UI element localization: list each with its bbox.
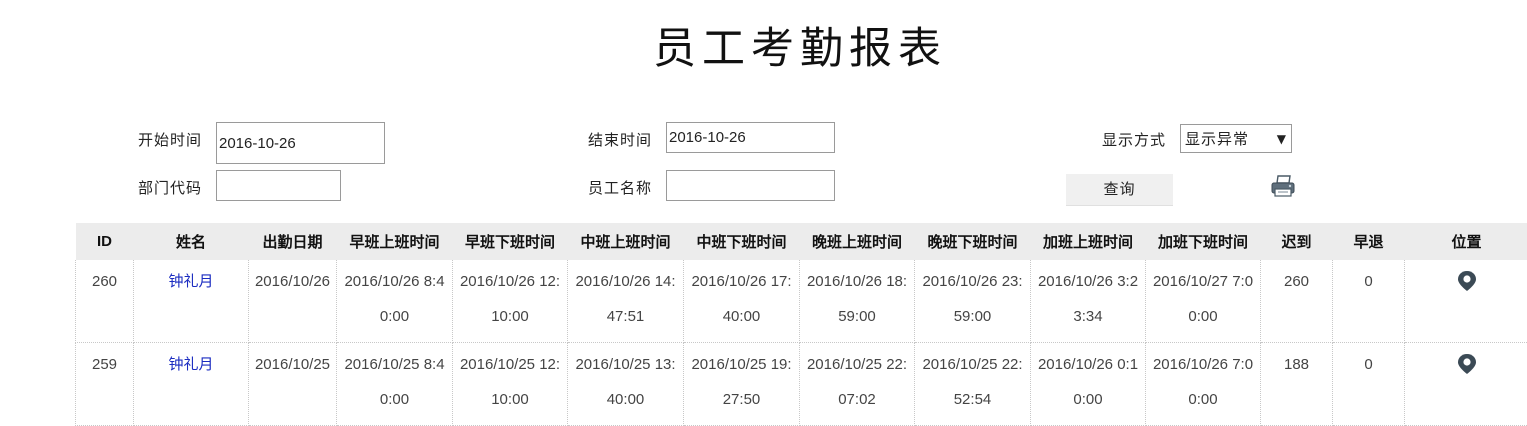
cell-noon-in: 2016/10/25 13:40:00 bbox=[568, 343, 684, 426]
column-header-morning-in: 早班上班时间 bbox=[337, 223, 453, 260]
cell-night-in: 2016/10/26 18:59:00 bbox=[800, 260, 915, 343]
cell-overtime-in: 2016/10/26 0:10:00 bbox=[1031, 343, 1146, 426]
cell-noon-out: 2016/10/25 19:27:50 bbox=[684, 343, 800, 426]
cell-id: 260 bbox=[76, 260, 134, 343]
column-header-overtime-in: 加班上班时间 bbox=[1031, 223, 1146, 260]
cell-employee-name-link[interactable]: 钟礼月 bbox=[134, 343, 249, 426]
cell-late: 188 bbox=[1261, 343, 1333, 426]
dept-code-label: 部门代码 bbox=[138, 177, 202, 198]
employee-name-input[interactable] bbox=[666, 170, 835, 201]
cell-night-out: 2016/10/26 23:59:00 bbox=[915, 260, 1031, 343]
end-date-input[interactable] bbox=[666, 122, 835, 153]
table-row: 259 钟礼月 2016/10/25 2016/10/25 8:40:00 20… bbox=[76, 343, 1527, 426]
cell-noon-out: 2016/10/26 17:40:00 bbox=[684, 260, 800, 343]
cell-date: 2016/10/26 bbox=[249, 260, 337, 343]
cell-late: 260 bbox=[1261, 260, 1333, 343]
cell-morning-in: 2016/10/25 8:40:00 bbox=[337, 343, 453, 426]
cell-employee-name-link[interactable]: 钟礼月 bbox=[134, 260, 249, 343]
cell-night-in: 2016/10/25 22:07:02 bbox=[800, 343, 915, 426]
page-title: 员工考勤报表 bbox=[0, 14, 1527, 76]
cell-early: 0 bbox=[1333, 260, 1405, 343]
display-mode-label: 显示方式 bbox=[1102, 129, 1166, 150]
cell-location bbox=[1405, 260, 1527, 343]
cell-overtime-in: 2016/10/26 3:23:34 bbox=[1031, 260, 1146, 343]
column-header-night-in: 晚班上班时间 bbox=[800, 223, 915, 260]
cell-morning-out: 2016/10/25 12:10:00 bbox=[453, 343, 568, 426]
column-header-night-out: 晚班下班时间 bbox=[915, 223, 1031, 260]
cell-night-out: 2016/10/25 22:52:54 bbox=[915, 343, 1031, 426]
employee-name-label: 员工名称 bbox=[588, 177, 652, 198]
table-header-row: ID 姓名 出勤日期 早班上班时间 早班下班时间 中班上班时间 中班下班时间 晚… bbox=[76, 223, 1527, 260]
column-header-date: 出勤日期 bbox=[249, 223, 337, 260]
cell-overtime-out: 2016/10/26 7:00:00 bbox=[1146, 343, 1261, 426]
cell-id: 259 bbox=[76, 343, 134, 426]
table-row: 260 钟礼月 2016/10/26 2016/10/26 8:40:00 20… bbox=[76, 260, 1527, 343]
column-header-noon-in: 中班上班时间 bbox=[568, 223, 684, 260]
column-header-overtime-out: 加班下班时间 bbox=[1146, 223, 1261, 260]
column-header-name: 姓名 bbox=[134, 223, 249, 260]
column-header-late: 迟到 bbox=[1261, 223, 1333, 260]
dept-code-input[interactable] bbox=[216, 170, 341, 201]
cell-early: 0 bbox=[1333, 343, 1405, 426]
cell-noon-in: 2016/10/26 14:47:51 bbox=[568, 260, 684, 343]
column-header-location: 位置 bbox=[1405, 223, 1527, 260]
cell-date: 2016/10/25 bbox=[249, 343, 337, 426]
column-header-id: ID bbox=[76, 223, 134, 260]
display-mode-select[interactable]: 显示异常 ▼ bbox=[1180, 124, 1292, 153]
location-pin-icon[interactable] bbox=[1457, 353, 1477, 375]
cell-morning-out: 2016/10/26 12:10:00 bbox=[453, 260, 568, 343]
query-button[interactable]: 查询 bbox=[1066, 174, 1173, 206]
cell-morning-in: 2016/10/26 8:40:00 bbox=[337, 260, 453, 343]
column-header-morning-out: 早班下班时间 bbox=[453, 223, 568, 260]
column-header-early: 早退 bbox=[1333, 223, 1405, 260]
start-date-input[interactable] bbox=[216, 122, 385, 164]
cell-location bbox=[1405, 343, 1527, 426]
end-date-label: 结束时间 bbox=[588, 129, 652, 150]
attendance-table: ID 姓名 出勤日期 早班上班时间 早班下班时间 中班上班时间 中班下班时间 晚… bbox=[75, 223, 1527, 426]
dropdown-arrow-icon: ▼ bbox=[1277, 132, 1287, 146]
cell-overtime-out: 2016/10/27 7:00:00 bbox=[1146, 260, 1261, 343]
print-icon[interactable] bbox=[1270, 174, 1296, 198]
column-header-noon-out: 中班下班时间 bbox=[684, 223, 800, 260]
display-mode-value: 显示异常 bbox=[1185, 128, 1249, 149]
location-pin-icon[interactable] bbox=[1457, 270, 1477, 292]
start-date-label: 开始时间 bbox=[138, 129, 202, 150]
